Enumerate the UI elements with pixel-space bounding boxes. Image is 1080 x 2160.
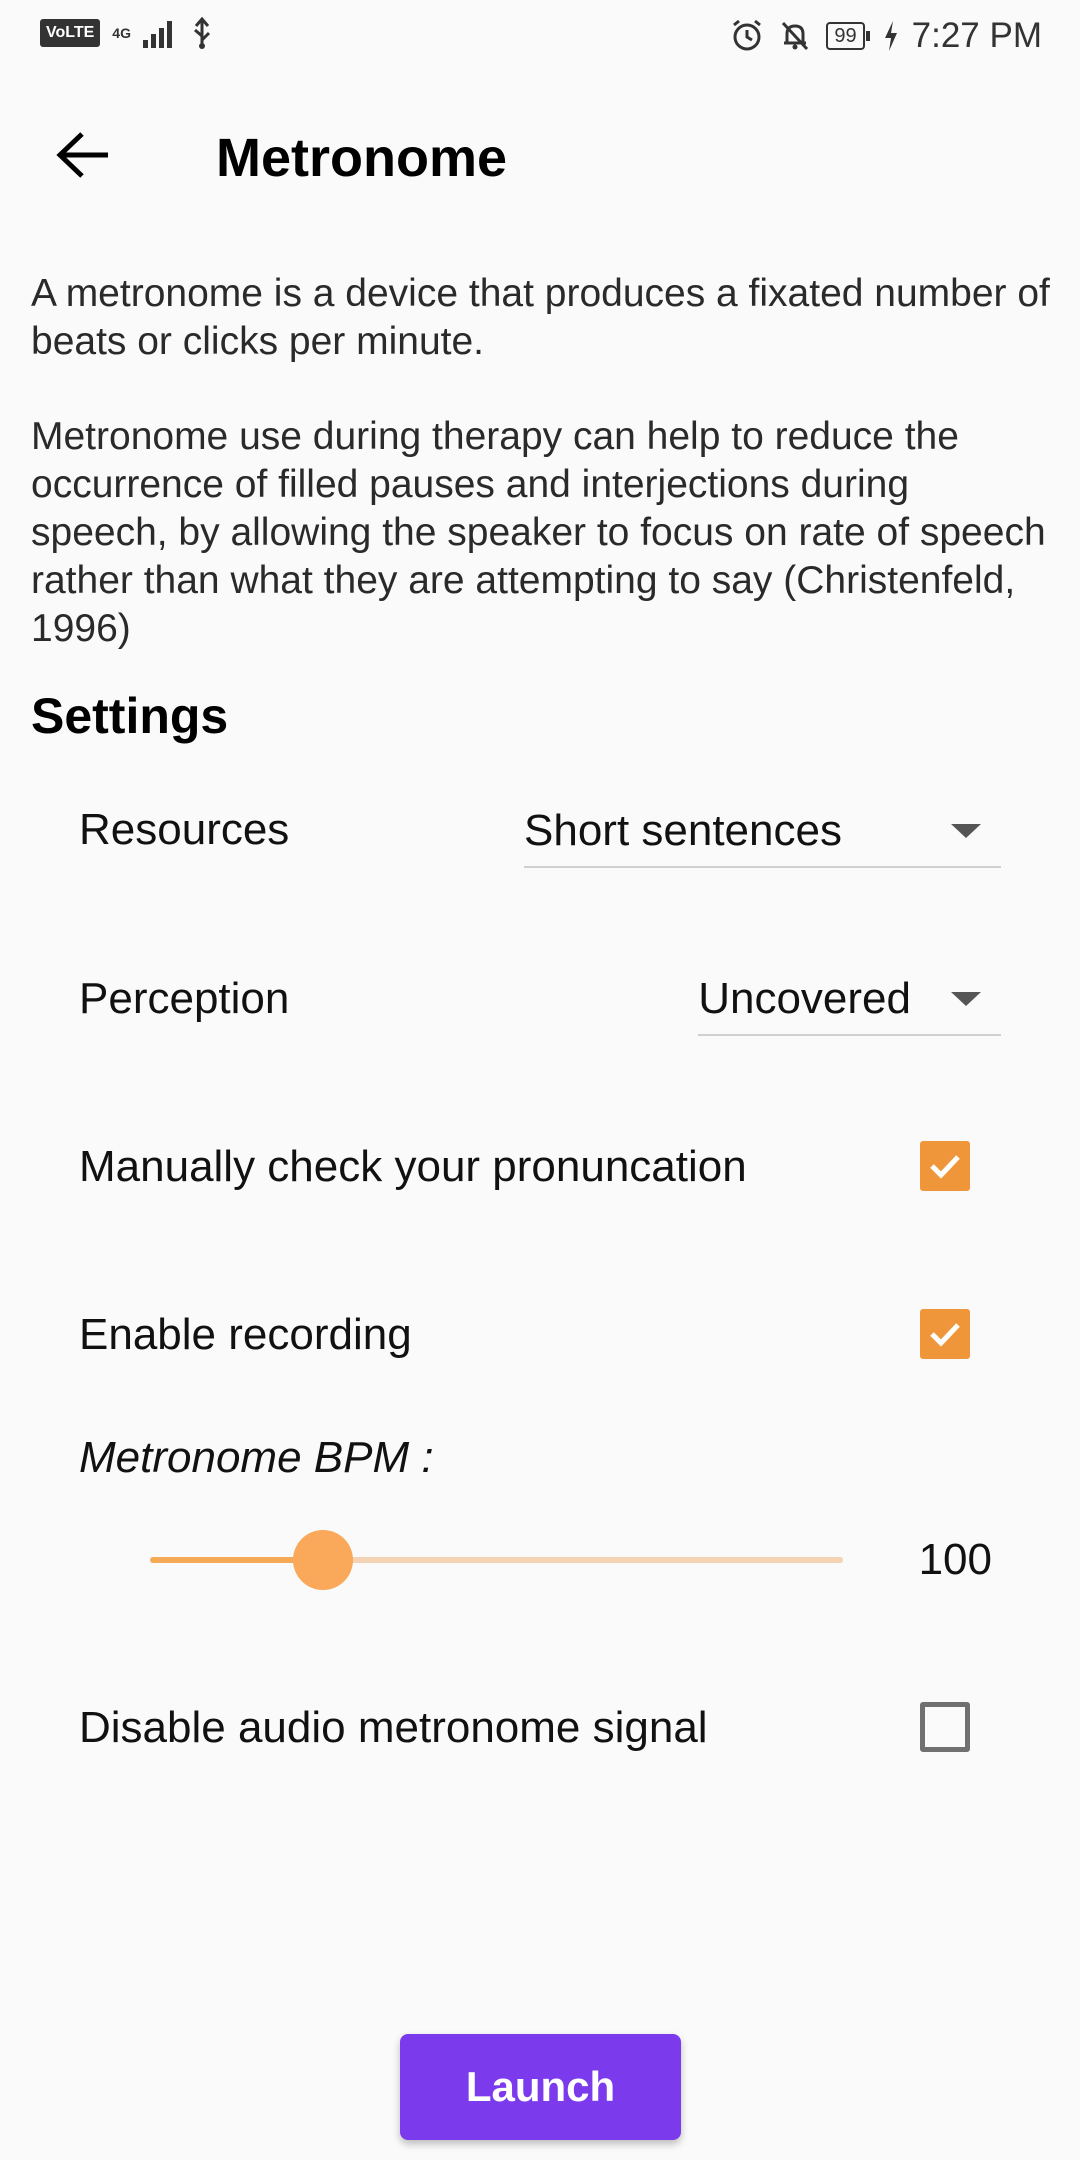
disable-audio-checkbox[interactable] [920, 1702, 970, 1752]
manual-check-label: Manually check your pronuncation [79, 1142, 747, 1191]
bpm-slider[interactable] [150, 1530, 843, 1590]
status-time: 7:27 PM [911, 16, 1042, 55]
dropdown-arrow-icon [951, 992, 981, 1006]
notifications-off-icon [782, 21, 809, 51]
status-bar: VoLTE 4G 99 7:27 PM [0, 0, 1080, 72]
signal-icon [142, 21, 172, 48]
description-paragraph-1: A metronome is a device that produces a … [31, 272, 1050, 363]
arrow-back-icon[interactable] [54, 130, 114, 180]
battery-nub [865, 31, 870, 41]
network-type: 4G [112, 25, 131, 41]
resources-label: Resources [79, 805, 290, 854]
volte-badge: VoLTE [40, 19, 101, 47]
alarm-icon [733, 19, 762, 51]
settings-heading: Settings [31, 688, 229, 744]
check-icon [930, 1323, 960, 1347]
bpm-value: 100 [918, 1535, 992, 1584]
disable-audio-label: Disable audio metronome signal [79, 1703, 708, 1752]
perception-dropdown[interactable]: Uncovered [698, 964, 1001, 1036]
description-paragraph-2: Metronome use during therapy can help to… [31, 415, 1046, 650]
status-left: VoLTE 4G [40, 16, 213, 50]
enable-recording-label: Enable recording [79, 1310, 412, 1359]
perception-selected-value: Uncovered [698, 974, 911, 1023]
slider-thumb[interactable] [293, 1530, 354, 1590]
resources-dropdown[interactable]: Short sentences [524, 796, 1001, 868]
page-title: Metronome [216, 128, 508, 188]
battery-icon: 99 [826, 22, 870, 50]
check-icon [930, 1155, 960, 1179]
bpm-label: Metronome BPM : [79, 1433, 434, 1482]
resources-selected-value: Short sentences [524, 806, 842, 855]
enable-recording-checkbox[interactable] [920, 1309, 970, 1359]
status-right: 99 7:27 PM [730, 12, 1042, 60]
launch-button[interactable]: Launch [400, 2034, 681, 2140]
manual-check-checkbox[interactable] [920, 1141, 970, 1191]
perception-label: Perception [79, 974, 290, 1023]
battery-level: 99 [826, 22, 865, 50]
usb-icon [194, 16, 211, 49]
dropdown-arrow-icon [951, 824, 981, 838]
charging-icon [884, 21, 897, 51]
